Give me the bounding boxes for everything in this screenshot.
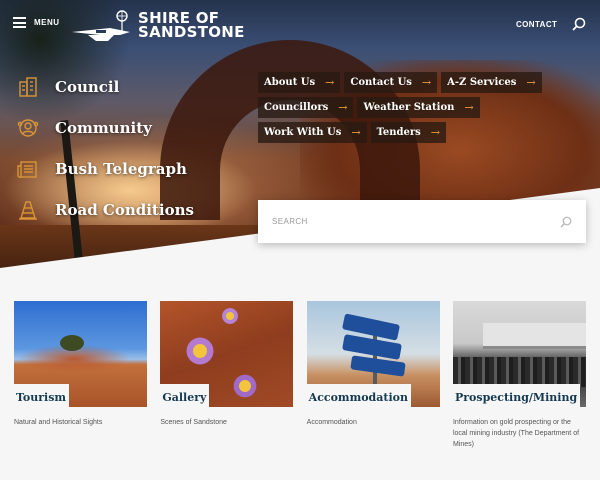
search-icon[interactable] [572, 17, 586, 31]
quick-link-weather-station[interactable]: Weather Station → [357, 97, 480, 118]
arrow-right-icon: → [430, 126, 440, 139]
traffic-cone-icon [16, 198, 40, 222]
nav-item-council[interactable]: Council [16, 66, 194, 107]
quick-link-label: About Us [264, 77, 316, 88]
community-icon [16, 116, 40, 140]
search-icon[interactable] [560, 216, 572, 228]
nav-label: Road Conditions [55, 200, 194, 219]
nav-item-community[interactable]: Community [16, 107, 194, 148]
nav-label: Community [55, 118, 152, 137]
card-gallery[interactable]: Gallery Scenes of Sandstone [160, 301, 294, 450]
card-tourism[interactable]: Tourism Natural and Historical Sights [14, 301, 147, 450]
quick-link-label: Work With Us [264, 127, 342, 138]
card-accommodation[interactable]: Accommodation Accommodation [306, 301, 440, 450]
menu-label: MENU [34, 18, 60, 27]
quick-link-label: A-Z Services [447, 77, 517, 88]
quick-link-label: Weather Station [363, 102, 455, 113]
quick-link-label: Tenders [376, 127, 421, 138]
card-title: Gallery [162, 391, 207, 404]
contact-link[interactable]: CONTACT [516, 20, 557, 29]
arrow-right-icon: → [325, 76, 335, 89]
search-box [258, 200, 586, 243]
quick-links: About Us → Contact Us → A-Z Services → Coun… [258, 72, 588, 143]
mining-image: Prospecting/Mining [452, 301, 586, 407]
newspaper-icon [16, 157, 40, 181]
card-title: Accommodation [308, 391, 408, 404]
card-description: Natural and Historical Sights [14, 419, 103, 426]
card-description: Scenes of Sandstone [160, 419, 227, 426]
site-logo[interactable]: SHIRE OF SANDSTONE [70, 8, 245, 42]
nav-label: Council [55, 77, 120, 96]
nav-item-road-conditions[interactable]: Road Conditions [16, 189, 194, 230]
card-title: Tourism [16, 391, 67, 404]
arrow-right-icon: → [421, 76, 432, 89]
quick-link-label: Contact Us [350, 77, 412, 88]
quick-link-councillors[interactable]: Councillors → [258, 97, 354, 118]
search-input[interactable] [272, 217, 542, 226]
quick-link-label: Councillors [264, 102, 329, 113]
card-prospecting-mining[interactable]: Prospecting/Mining Information on gold p… [452, 301, 586, 450]
building-icon [16, 75, 40, 99]
arrow-right-icon: → [464, 101, 474, 114]
card-title: Prospecting/Mining [454, 391, 578, 404]
arrow-right-icon: → [526, 76, 536, 89]
main-nav: Council Community Bush Telegraph Road Co… [16, 66, 194, 230]
quick-link-a-z-services[interactable]: A-Z Services → [441, 72, 542, 93]
logo-line-2: SANDSTONE [138, 23, 245, 41]
site-header: MENU SHIRE OF SANDSTONE CONTACT [0, 0, 600, 50]
quick-link-contact-us[interactable]: Contact Us → [344, 72, 438, 93]
feature-cards: Tourism Natural and Historical Sights Ga… [14, 301, 586, 450]
arrow-right-icon: → [338, 101, 348, 114]
card-description: Accommodation [306, 419, 357, 426]
nav-label: Bush Telegraph [55, 159, 187, 178]
hamburger-icon [13, 17, 26, 28]
menu-button[interactable]: MENU [13, 17, 60, 28]
arrow-right-icon: → [351, 126, 361, 139]
gallery-image: Gallery [160, 301, 294, 407]
quick-link-about-us[interactable]: About Us → [258, 72, 341, 93]
tourism-image: Tourism [14, 301, 147, 407]
windmill-logo-icon [72, 10, 130, 41]
nav-item-bush-telegraph[interactable]: Bush Telegraph [16, 148, 194, 189]
quick-link-work-with-us[interactable]: Work With Us → [258, 122, 367, 143]
accommodation-image: Accommodation [306, 301, 440, 407]
quick-link-tenders[interactable]: Tenders → [370, 122, 446, 143]
card-description: Information on gold prospecting or the l… [452, 419, 580, 448]
